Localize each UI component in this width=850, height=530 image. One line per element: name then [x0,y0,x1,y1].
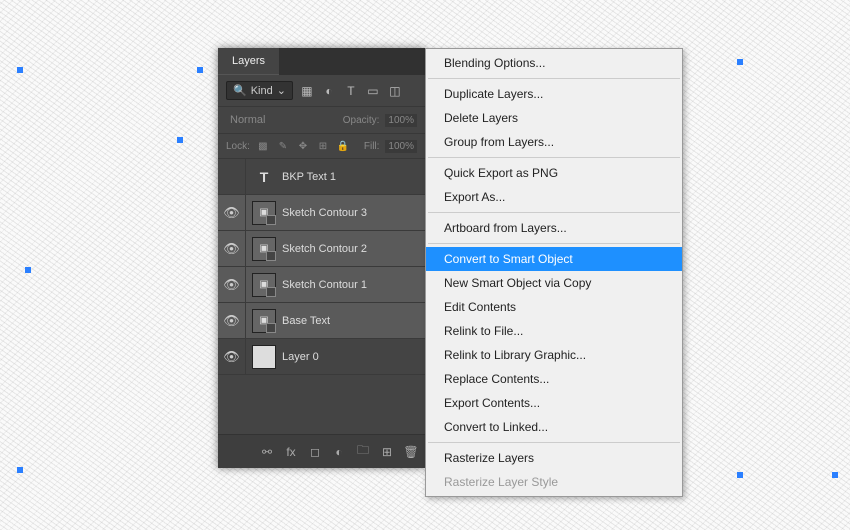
new-layer-icon[interactable]: ⊞ [379,445,395,459]
chevron-down-icon: ⌄ [277,84,286,97]
layers-panel: Layers 🔍 Kind ⌄ ▦ ◐ T ▭ ◫ Normal Opacity… [218,48,425,468]
blend-mode-select[interactable]: Normal [226,112,337,128]
eye-icon: 👁 [223,277,240,293]
lock-position-icon[interactable]: ✥ [296,139,310,153]
layer-filter-row: 🔍 Kind ⌄ ▦ ◐ T ▭ ◫ [218,75,425,107]
anchor-point [737,59,743,65]
layer-name[interactable]: Layer 0 [282,351,425,363]
menu-new-smart-via-copy[interactable]: New Smart Object via Copy [426,271,682,295]
filter-type-icon[interactable]: T [343,83,359,99]
layer-row[interactable]: 👁 ▣ Sketch Contour 2 [218,231,425,267]
layer-name[interactable]: Sketch Contour 1 [282,279,425,291]
eye-icon: 👁 [223,205,240,221]
opacity-label: Opacity: [343,115,380,126]
layer-name[interactable]: Sketch Contour 2 [282,243,425,255]
lock-all-icon[interactable]: 🔒 [336,139,350,153]
menu-group-from-layers[interactable]: Group from Layers... [426,130,682,154]
filter-adjustment-icon[interactable]: ◐ [321,83,337,99]
menu-rasterize-style[interactable]: Rasterize Layer Style [426,470,682,494]
eye-icon: 👁 [223,313,240,329]
menu-separator [428,157,680,158]
visibility-toggle[interactable]: 👁 [218,339,246,374]
visibility-toggle[interactable]: 👁 [218,303,246,338]
mask-icon[interactable]: ◻ [307,445,323,459]
layer-name[interactable]: Sketch Contour 3 [282,207,425,219]
layer-thumb-icon [252,345,276,369]
fill-value[interactable]: 100% [385,140,417,153]
menu-relink-library[interactable]: Relink to Library Graphic... [426,343,682,367]
menu-relink-file[interactable]: Relink to File... [426,319,682,343]
lock-artboard-icon[interactable]: ⊞ [316,139,330,153]
layer-context-menu: Blending Options... Duplicate Layers... … [425,48,683,497]
link-icon[interactable]: ⚯ [259,445,275,459]
layer-name[interactable]: Base Text [282,315,425,327]
layer-smart-icon: ▣ [252,237,276,261]
menu-rasterize-layers[interactable]: Rasterize Layers [426,446,682,470]
panel-tabs: Layers [218,48,425,75]
menu-duplicate-layers[interactable]: Duplicate Layers... [426,82,682,106]
menu-separator [428,243,680,244]
menu-quick-export-png[interactable]: Quick Export as PNG [426,161,682,185]
panel-footer: ⚯ fx ◻ ◐ 🗀 ⊞ 🗑 [218,434,425,468]
filter-smart-icon[interactable]: ◫ [387,83,403,99]
layer-smart-icon: ▣ [252,309,276,333]
menu-export-as[interactable]: Export As... [426,185,682,209]
trash-icon[interactable]: 🗑 [403,445,419,459]
eye-icon: 👁 [223,349,240,365]
layer-smart-icon: ▣ [252,273,276,297]
menu-separator [428,442,680,443]
layer-name[interactable]: BKP Text 1 [282,171,425,183]
menu-export-contents[interactable]: Export Contents... [426,391,682,415]
layer-row[interactable]: 👁 ▣ Sketch Contour 3 [218,195,425,231]
layer-type-icon: T [252,165,276,189]
visibility-toggle[interactable]: 👁 [218,231,246,266]
lock-row: Lock: ▩ ✎ ✥ ⊞ 🔒 Fill: 100% [218,134,425,159]
layers-list: T BKP Text 1 👁 ▣ Sketch Contour 3 👁 ▣ Sk… [218,159,425,434]
menu-convert-linked[interactable]: Convert to Linked... [426,415,682,439]
anchor-point [25,267,31,273]
adjustment-icon[interactable]: ◐ [331,445,347,459]
lock-transparency-icon[interactable]: ▩ [256,139,270,153]
filter-shape-icon[interactable]: ▭ [365,83,381,99]
layer-row[interactable]: T BKP Text 1 [218,159,425,195]
menu-replace-contents[interactable]: Replace Contents... [426,367,682,391]
lock-label: Lock: [226,141,250,152]
anchor-point [17,467,23,473]
anchor-point [737,472,743,478]
layer-row[interactable]: 👁 ▣ Sketch Contour 1 [218,267,425,303]
filter-kind-label: Kind [251,85,273,97]
layer-smart-icon: ▣ [252,201,276,225]
tab-layers[interactable]: Layers [218,48,279,75]
menu-convert-smart-object[interactable]: Convert to Smart Object [426,247,682,271]
menu-separator [428,78,680,79]
eye-icon: 👁 [223,241,240,257]
anchor-point [832,472,838,478]
anchor-point [197,67,203,73]
filter-pixel-icon[interactable]: ▦ [299,83,315,99]
fill-label: Fill: [364,141,380,152]
fx-icon[interactable]: fx [283,445,299,459]
menu-blending-options[interactable]: Blending Options... [426,51,682,75]
anchor-point [17,67,23,73]
menu-edit-contents[interactable]: Edit Contents [426,295,682,319]
folder-icon[interactable]: 🗀 [355,441,371,462]
lock-brush-icon[interactable]: ✎ [276,139,290,153]
visibility-toggle[interactable] [218,159,246,194]
anchor-point [177,137,183,143]
filter-kind-select[interactable]: 🔍 Kind ⌄ [226,81,293,100]
menu-delete-layers[interactable]: Delete Layers [426,106,682,130]
layer-row[interactable]: 👁 ▣ Base Text [218,303,425,339]
search-icon: 🔍 [233,84,247,97]
opacity-value[interactable]: 100% [385,114,417,127]
menu-separator [428,212,680,213]
blend-row: Normal Opacity: 100% [218,107,425,134]
menu-artboard-from-layers[interactable]: Artboard from Layers... [426,216,682,240]
layer-row[interactable]: 👁 Layer 0 [218,339,425,375]
visibility-toggle[interactable]: 👁 [218,267,246,302]
visibility-toggle[interactable]: 👁 [218,195,246,230]
